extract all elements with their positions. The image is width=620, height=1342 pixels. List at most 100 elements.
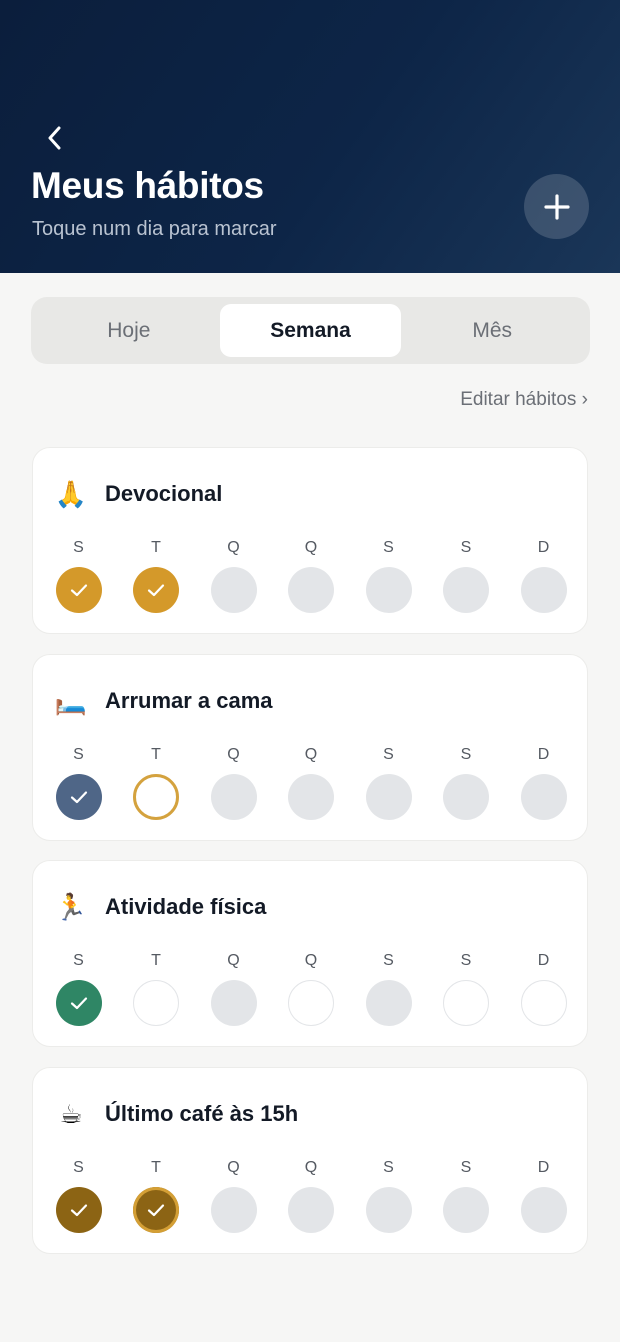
habit-emoji-icon: ☕ [59,1098,83,1129]
day-toggle[interactable] [288,1187,334,1233]
day-toggle[interactable] [133,980,179,1026]
habit-card: ☕ Último café às 15h S T Q Q S S D [32,1067,588,1254]
day-toggle[interactable] [288,774,334,820]
day-column: S [443,1158,490,1233]
day-label: T [151,746,161,763]
habit-name: Devocional [105,481,223,506]
day-column: S [365,1158,412,1233]
day-toggle[interactable] [365,980,412,1026]
day-label: D [537,746,550,763]
day-toggle[interactable] [210,567,257,613]
day-column: D [520,951,567,1026]
day-toggle[interactable] [443,774,489,820]
habit-card: 🛏️ Arrumar a cama S T Q Q S S D [32,654,588,841]
day-label: T [151,539,161,556]
day-toggle[interactable] [133,1187,179,1233]
check-icon [70,997,87,1010]
day-column: S [443,951,490,1026]
chevron-left-icon [48,126,61,150]
day-toggle[interactable] [288,567,334,613]
day-column: T [133,745,180,820]
habit-emoji-icon: 🏃 [54,891,88,922]
week-days-row: STQQSSD [55,1158,567,1233]
day-toggle[interactable] [288,980,334,1026]
habit-header: ☕ Último café às 15h [53,1096,298,1132]
day-toggle[interactable] [443,567,489,613]
day-label: T [151,1159,161,1176]
day-toggle[interactable] [55,774,102,820]
day-column: S [55,1158,102,1233]
day-label: D [537,539,550,556]
habit-name: Arrumar a cama [105,688,273,713]
back-button[interactable] [36,118,72,158]
day-column: Q [210,951,257,1026]
day-column: S [443,538,490,613]
day-label: S [383,1159,394,1176]
day-label: Q [227,746,240,763]
day-toggle[interactable] [133,567,179,613]
day-toggle[interactable] [443,1187,489,1233]
day-label: Q [227,1159,240,1176]
day-toggle[interactable] [210,774,257,820]
day-label: S [383,952,394,969]
habit-emoji-icon: 🛏️ [54,685,88,716]
day-column: S [365,951,412,1026]
check-icon [70,584,87,597]
day-toggle[interactable] [210,980,257,1026]
day-toggle[interactable] [210,1187,257,1233]
day-label: S [383,539,394,556]
day-toggle[interactable] [55,980,102,1026]
week-days-row: STQQSSD [55,951,567,1026]
week-days-row: STQQSSD [55,538,567,613]
day-label: S [73,1159,84,1176]
day-column: Q [288,745,335,820]
day-label: Q [304,952,318,969]
check-icon [147,584,165,597]
habit-header: 🛏️ Arrumar a cama [53,683,273,719]
add-habit-button[interactable] [524,174,589,239]
habit-card: 🙏 Devocional S T Q Q S S D [32,447,588,634]
tab-month[interactable]: Mês [401,304,583,357]
day-toggle[interactable] [520,980,567,1026]
day-column: Q [288,951,335,1026]
week-days-row: STQQSSD [55,745,567,820]
edit-habits-link[interactable]: Editar hábitos › [460,389,588,411]
day-column: Q [288,538,335,613]
day-column: Q [288,1158,335,1233]
period-segmented-control: Hoje Semana Mês [31,297,590,364]
day-column: S [55,538,102,613]
day-column: S [55,745,102,820]
day-column: T [133,951,180,1026]
day-label: T [151,952,161,969]
day-toggle[interactable] [520,567,567,613]
day-toggle[interactable] [520,1187,567,1233]
day-toggle[interactable] [365,1187,412,1233]
day-label: S [383,746,394,763]
tab-today[interactable]: Hoje [38,304,220,357]
day-column: Q [210,1158,257,1233]
day-column: T [133,1158,180,1233]
day-label: Q [304,746,318,763]
day-toggle[interactable] [365,774,412,820]
habit-name: Atividade física [105,894,267,919]
day-toggle[interactable] [133,774,179,820]
tab-week[interactable]: Semana [219,304,402,357]
header: Meus hábitos Toque num dia para marcar [0,0,620,273]
day-column: D [520,538,567,613]
day-toggle[interactable] [55,567,102,613]
day-column: D [520,745,567,820]
day-label: S [460,952,472,969]
plus-icon [543,193,570,220]
day-label: Q [227,539,240,556]
day-column: S [443,745,490,820]
day-label: D [537,952,550,969]
day-column: S [365,538,412,613]
day-label: S [460,746,472,763]
day-label: D [537,1159,550,1176]
day-column: Q [210,538,257,613]
day-column: S [55,951,102,1026]
day-toggle[interactable] [443,980,489,1026]
day-toggle[interactable] [520,774,567,820]
day-toggle[interactable] [365,567,412,613]
day-toggle[interactable] [55,1187,102,1233]
